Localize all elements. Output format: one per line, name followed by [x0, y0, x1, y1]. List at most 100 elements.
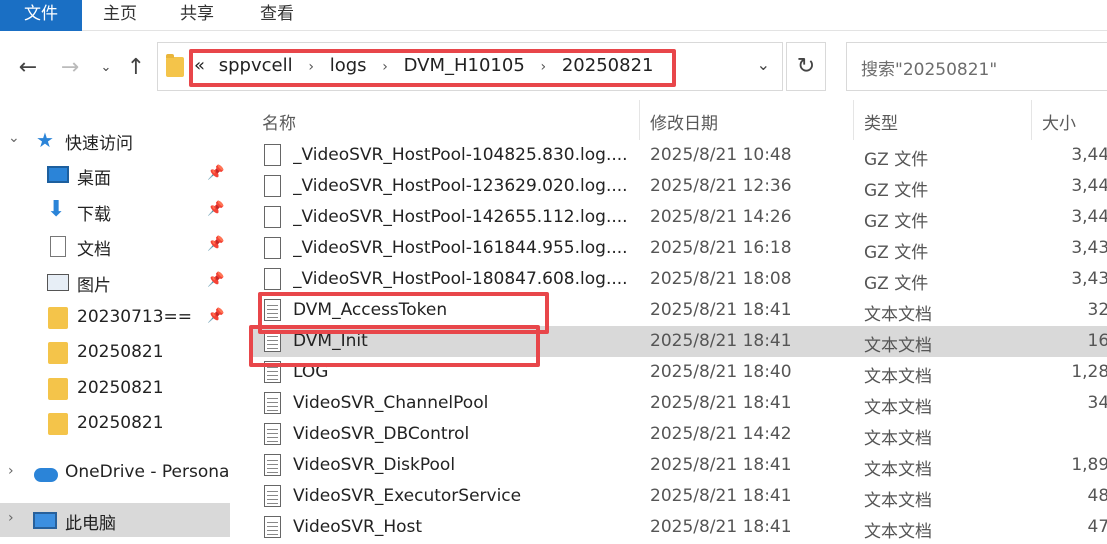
column-divider[interactable]: [1031, 100, 1032, 140]
breadcrumb-overflow[interactable]: «: [194, 55, 205, 76]
sidebar-item-folder[interactable]: 20250821: [0, 336, 236, 370]
folder-icon: [48, 342, 68, 364]
table-row[interactable]: _VideoSVR_HostPool-180847.608.log.... 20…: [250, 264, 1107, 295]
file-type: GZ 文件: [864, 212, 929, 232]
column-header-type[interactable]: 类型: [864, 109, 898, 134]
file-size: 3,442: [1071, 207, 1107, 227]
sidebar-item-onedrive[interactable]: › OneDrive - Persona: [0, 456, 236, 490]
file-icon: [264, 144, 281, 166]
file-name: _VideoSVR_HostPool-104825.830.log....: [293, 145, 628, 165]
file-type: 文本文档: [864, 398, 932, 418]
breadcrumb-logs[interactable]: logs: [330, 55, 367, 76]
file-icon: [264, 237, 281, 259]
file-size: 349: [1087, 393, 1107, 413]
chevron-right-icon[interactable]: ›: [541, 59, 547, 75]
sidebar-item-desktop[interactable]: 桌面 📌: [0, 158, 236, 192]
refresh-button[interactable]: ↻: [786, 42, 826, 91]
file-name: LOG: [293, 362, 329, 382]
file-icon: [264, 268, 281, 290]
desktop-icon: [47, 166, 69, 183]
file-size: 3,441: [1071, 145, 1107, 165]
file-size: 1,280: [1071, 362, 1107, 382]
table-row[interactable]: _VideoSVR_HostPool-161844.955.log.... 20…: [250, 233, 1107, 264]
column-header-date[interactable]: 修改日期: [650, 109, 718, 134]
navigation-bar: ← → ⌄ ↑ « sppvcell › logs › DVM_H10105 ›…: [0, 31, 1107, 99]
file-size: 322: [1087, 300, 1107, 320]
file-size: 162: [1087, 331, 1107, 351]
breadcrumb-current[interactable]: 20250821: [562, 55, 654, 76]
breadcrumb-dvm[interactable]: DVM_H10105: [404, 55, 525, 76]
chevron-right-icon[interactable]: ›: [308, 59, 314, 75]
chevron-right-icon[interactable]: ›: [382, 59, 388, 75]
chevron-down-icon[interactable]: ⌄: [757, 55, 770, 74]
forward-button[interactable]: →: [56, 53, 84, 81]
text-file-icon: [264, 392, 281, 414]
column-divider[interactable]: [853, 100, 854, 140]
sidebar-item-label: 20250821: [77, 378, 164, 398]
table-row-selected[interactable]: DVM_Init 2025/8/21 18:41 文本文档 162: [250, 326, 1107, 357]
sidebar-item-downloads[interactable]: ⬇ 下载 📌: [0, 194, 236, 228]
pin-icon: 📌: [207, 165, 225, 181]
table-row[interactable]: DVM_AccessToken 2025/8/21 18:41 文本文档 322: [250, 295, 1107, 326]
text-file-icon: [264, 516, 281, 538]
file-name: _VideoSVR_HostPool-161844.955.log....: [293, 238, 628, 258]
text-file-icon: [264, 330, 281, 352]
file-size: 470: [1087, 517, 1107, 537]
chevron-down-icon[interactable]: ⌄: [8, 130, 20, 146]
address-bar[interactable]: « sppvcell › logs › DVM_H10105 › 2025082…: [157, 42, 783, 91]
tab-share[interactable]: 共享: [180, 0, 214, 31]
table-row[interactable]: _VideoSVR_HostPool-104825.830.log.... 20…: [250, 140, 1107, 171]
table-row[interactable]: VideoSVR_ChannelPool 2025/8/21 18:41 文本文…: [250, 388, 1107, 419]
table-row[interactable]: VideoSVR_DBControl 2025/8/21 14:42 文本文档 …: [250, 419, 1107, 450]
file-type: 文本文档: [864, 305, 932, 325]
file-size: 1: [1040, 424, 1107, 444]
text-file-icon: [264, 423, 281, 445]
table-row[interactable]: _VideoSVR_HostPool-142655.112.log.... 20…: [250, 202, 1107, 233]
chevron-right-icon[interactable]: ›: [8, 510, 14, 526]
sidebar-item-label: OneDrive - Persona: [65, 462, 230, 482]
file-type: 文本文档: [864, 491, 932, 511]
table-row[interactable]: VideoSVR_ExecutorService 2025/8/21 18:41…: [250, 481, 1107, 512]
tab-view[interactable]: 查看: [260, 0, 294, 31]
file-type: GZ 文件: [864, 181, 929, 201]
sidebar-item-folder[interactable]: 20230713== 📌: [0, 301, 236, 335]
up-button[interactable]: ↑: [122, 53, 150, 81]
table-row[interactable]: LOG 2025/8/21 18:40 文本文档 1,280: [250, 357, 1107, 388]
back-button[interactable]: ←: [14, 53, 42, 81]
navigation-pane: ⌄ ★ 快速访问 桌面 📌 ⬇ 下载 📌 文档 📌 图片 📌 20230713=…: [0, 100, 236, 544]
tab-file[interactable]: 文件: [0, 0, 82, 31]
breadcrumb: « sppvcell › logs › DVM_H10105 › 2025082…: [194, 55, 653, 76]
sidebar-item-label: 文档: [77, 240, 111, 260]
column-header-name[interactable]: 名称: [262, 109, 296, 134]
ribbon-tabs: 文件 主页 共享 查看: [0, 0, 1107, 31]
sidebar-item-folder[interactable]: 20250821: [0, 407, 236, 441]
sidebar-item-pictures[interactable]: 图片 📌: [0, 265, 236, 299]
file-date: 2025/8/21 18:08: [650, 269, 792, 289]
file-size: 489: [1087, 486, 1107, 506]
arrow-right-icon: →: [60, 54, 80, 80]
breadcrumb-sppvcell[interactable]: sppvcell: [219, 55, 293, 76]
chevron-right-icon[interactable]: ›: [8, 463, 14, 479]
file-type: 文本文档: [864, 367, 932, 387]
tab-home[interactable]: 主页: [103, 0, 137, 31]
table-row[interactable]: _VideoSVR_HostPool-123629.020.log.... 20…: [250, 171, 1107, 202]
file-date: 2025/8/21 18:40: [650, 362, 792, 382]
table-row[interactable]: VideoSVR_DiskPool 2025/8/21 18:41 文本文档 1…: [250, 450, 1107, 481]
file-type: 文本文档: [864, 522, 932, 542]
sidebar-item-documents[interactable]: 文档 📌: [0, 229, 236, 263]
sidebar-item-folder[interactable]: 20250821: [0, 372, 236, 406]
text-file-icon: [264, 454, 281, 476]
column-header-size[interactable]: 大小: [1042, 109, 1076, 134]
file-name: DVM_AccessToken: [293, 300, 448, 320]
recent-locations-button[interactable]: ⌄: [92, 53, 120, 81]
file-date: 2025/8/21 16:18: [650, 238, 792, 258]
sidebar-item-this-pc[interactable]: › 此电脑: [0, 503, 230, 537]
search-input[interactable]: 搜索"20250821": [846, 42, 1107, 91]
table-row[interactable]: VideoSVR_Host 2025/8/21 18:41 文本文档 470: [250, 512, 1107, 543]
refresh-icon: ↻: [796, 54, 816, 79]
sidebar-item-quick-access[interactable]: ⌄ ★ 快速访问: [0, 123, 236, 157]
sidebar-item-label: 桌面: [77, 169, 111, 189]
column-divider[interactable]: [639, 100, 640, 140]
folder-icon: [48, 307, 68, 329]
pin-icon: 📌: [207, 308, 225, 324]
